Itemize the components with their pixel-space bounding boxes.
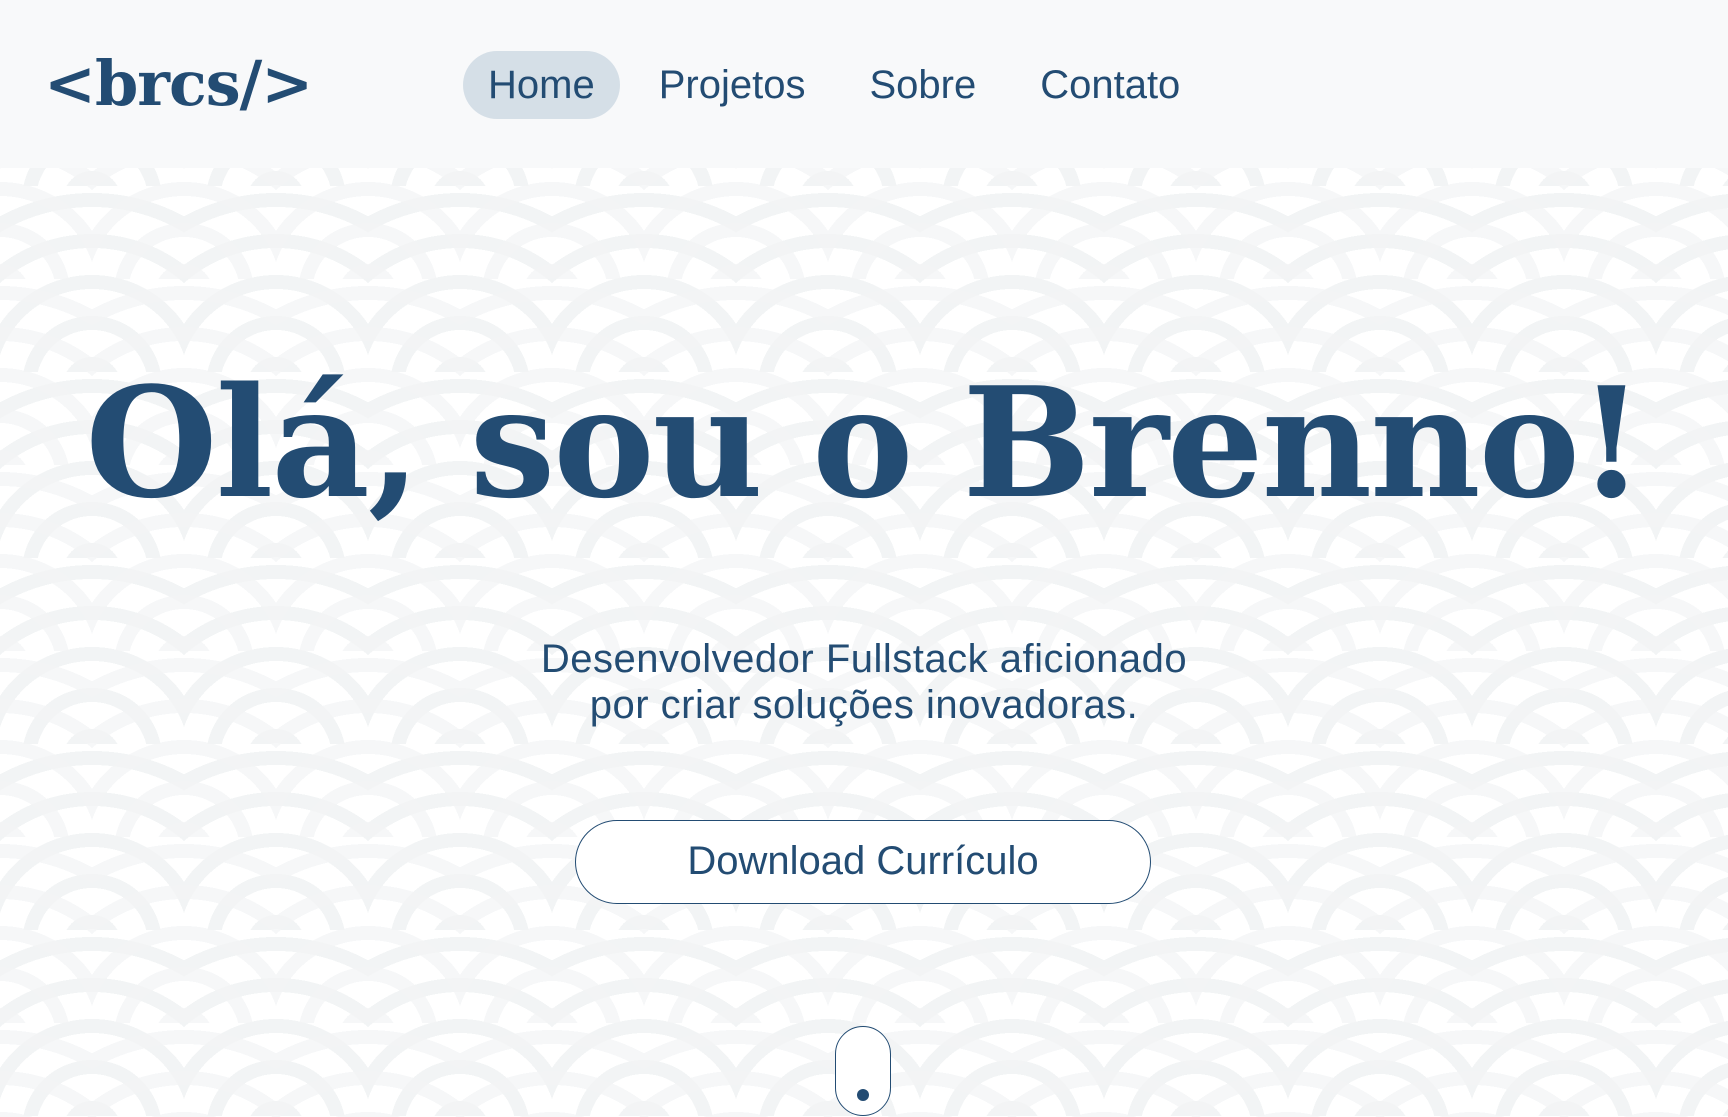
hero-subtitle: Desenvolvedor Fullstack aficionado por c… xyxy=(0,636,1728,728)
main-nav: Home Projetos Sobre Contato xyxy=(463,51,1205,119)
mouse-scroll-icon[interactable] xyxy=(835,1026,891,1116)
navbar: <brcs/> Home Projetos Sobre Contato xyxy=(0,0,1728,168)
hero-section: Olá, sou o Brenno! Desenvolvedor Fullsta… xyxy=(0,168,1728,1117)
scroll-wheel-dot xyxy=(857,1089,869,1101)
hero-title: Olá, sou o Brenno! xyxy=(85,353,1645,532)
nav-item-sobre[interactable]: Sobre xyxy=(844,51,1001,119)
nav-item-contato[interactable]: Contato xyxy=(1015,51,1205,119)
hero-subtitle-line-1: Desenvolvedor Fullstack aficionado xyxy=(540,637,1188,681)
site-logo[interactable]: <brcs/> xyxy=(44,44,313,124)
download-cv-button[interactable]: Download Currículo xyxy=(575,820,1151,904)
nav-item-projetos[interactable]: Projetos xyxy=(634,51,831,119)
nav-item-home[interactable]: Home xyxy=(463,51,620,119)
hero-subtitle-line-2: por criar soluções inovadoras. xyxy=(589,683,1139,727)
